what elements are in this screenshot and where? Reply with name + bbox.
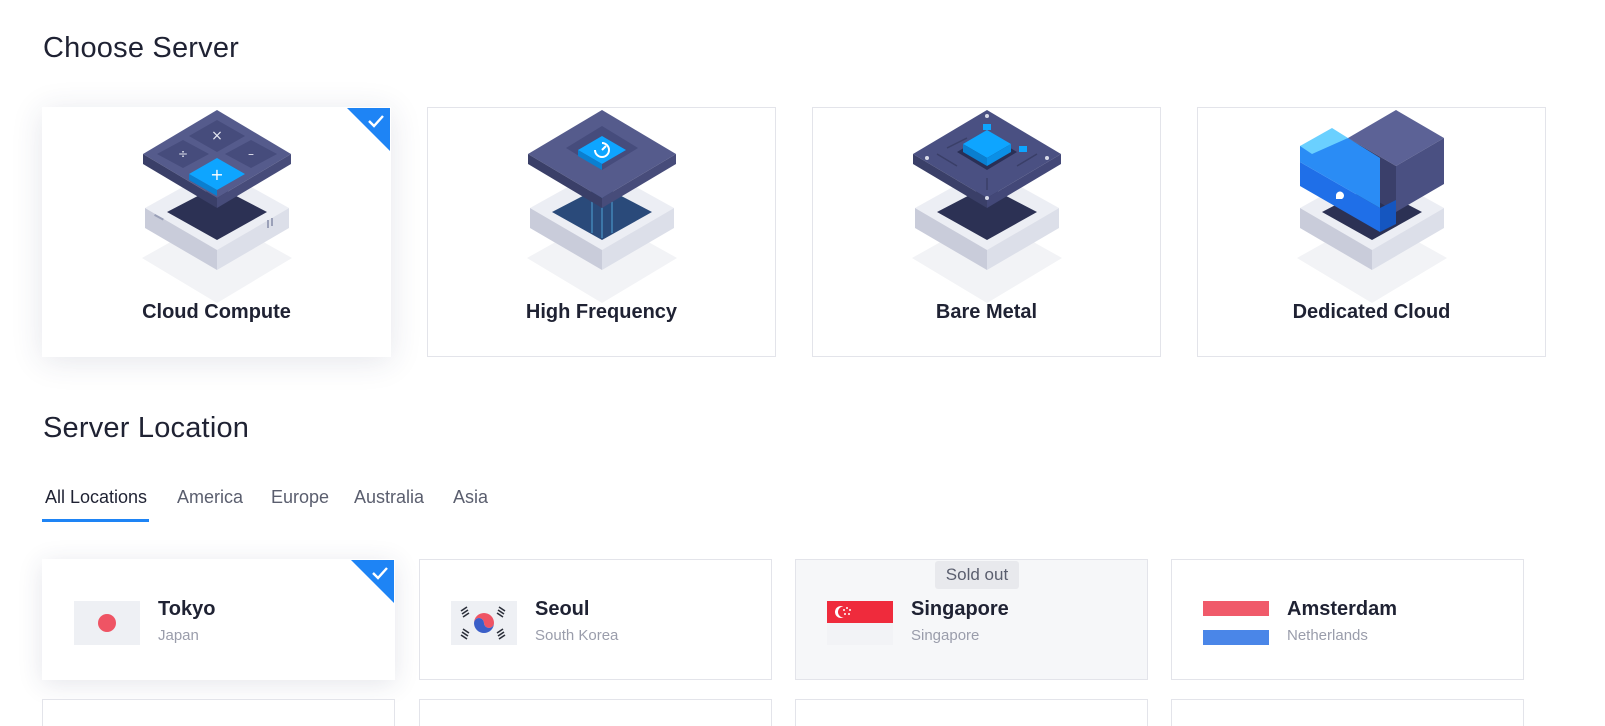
server-card-label: Cloud Compute — [142, 301, 291, 323]
location-city: Seoul — [535, 598, 590, 620]
sold-out-badge: Sold out — [935, 561, 1019, 589]
selected-check-icon — [347, 108, 390, 151]
svg-text:÷: ÷ — [177, 147, 187, 161]
server-type-grid: × ÷ – + Cloud Compute High Frequency Bar… — [42, 107, 1582, 357]
location-card[interactable] — [795, 699, 1148, 726]
tab-all-locations[interactable]: All Locations — [42, 478, 150, 522]
svg-text:–: – — [248, 147, 254, 161]
server-card-cloud-compute[interactable]: × ÷ – + Cloud Compute — [42, 107, 391, 357]
choose-server-title: Choose Server — [43, 32, 240, 64]
location-card[interactable] — [419, 699, 772, 726]
location-city: Amsterdam — [1287, 598, 1398, 620]
tab-america[interactable]: America — [177, 478, 243, 522]
server-card-high-frequency[interactable]: High Frequency — [427, 107, 776, 357]
location-country: Singapore — [911, 627, 980, 644]
location-card-tokyo[interactable]: Tokyo Japan — [42, 559, 395, 680]
svg-text:×: × — [211, 128, 223, 144]
server-card-label: Bare Metal — [935, 301, 1038, 323]
tab-europe[interactable]: Europe — [271, 478, 329, 522]
location-card-singapore[interactable]: Sold out Singapore Singapore — [795, 559, 1148, 680]
page: Choose Server × ÷ – + Cloud Compute High… — [0, 0, 1605, 726]
block-server-icon — [1296, 110, 1447, 303]
location-grid: Tokyo Japan Seoul South Korea Sold out S… — [42, 559, 1542, 726]
location-card-amsterdam[interactable]: Amsterdam Netherlands — [1171, 559, 1524, 680]
server-card-bare-metal[interactable]: Bare Metal — [812, 107, 1161, 357]
selected-check-icon — [351, 560, 394, 603]
location-card[interactable] — [1171, 699, 1524, 726]
chip-server-icon — [911, 110, 1062, 303]
location-card-seoul[interactable]: Seoul South Korea — [419, 559, 772, 680]
location-city: Tokyo — [158, 598, 216, 620]
south-korea-flag-icon — [451, 601, 517, 645]
tab-australia[interactable]: Australia — [354, 478, 424, 522]
tab-asia[interactable]: Asia — [453, 478, 488, 522]
location-country: South Korea — [535, 627, 619, 644]
location-city: Singapore — [911, 598, 1009, 620]
location-country: Japan — [158, 627, 199, 644]
japan-flag-icon — [74, 601, 140, 645]
svg-text:+: + — [210, 165, 223, 184]
singapore-flag-icon — [827, 601, 893, 645]
speed-gauge-server-icon — [526, 110, 677, 303]
server-card-label: High Frequency — [525, 301, 678, 323]
server-location-title: Server Location — [43, 412, 250, 444]
server-card-label: Dedicated Cloud — [1292, 301, 1451, 323]
location-card[interactable] — [42, 699, 395, 726]
netherlands-flag-icon — [1203, 601, 1269, 645]
calculator-server-icon: × ÷ – + — [141, 110, 292, 303]
server-card-dedicated-cloud[interactable]: Dedicated Cloud — [1197, 107, 1546, 357]
location-country: Netherlands — [1287, 627, 1368, 644]
